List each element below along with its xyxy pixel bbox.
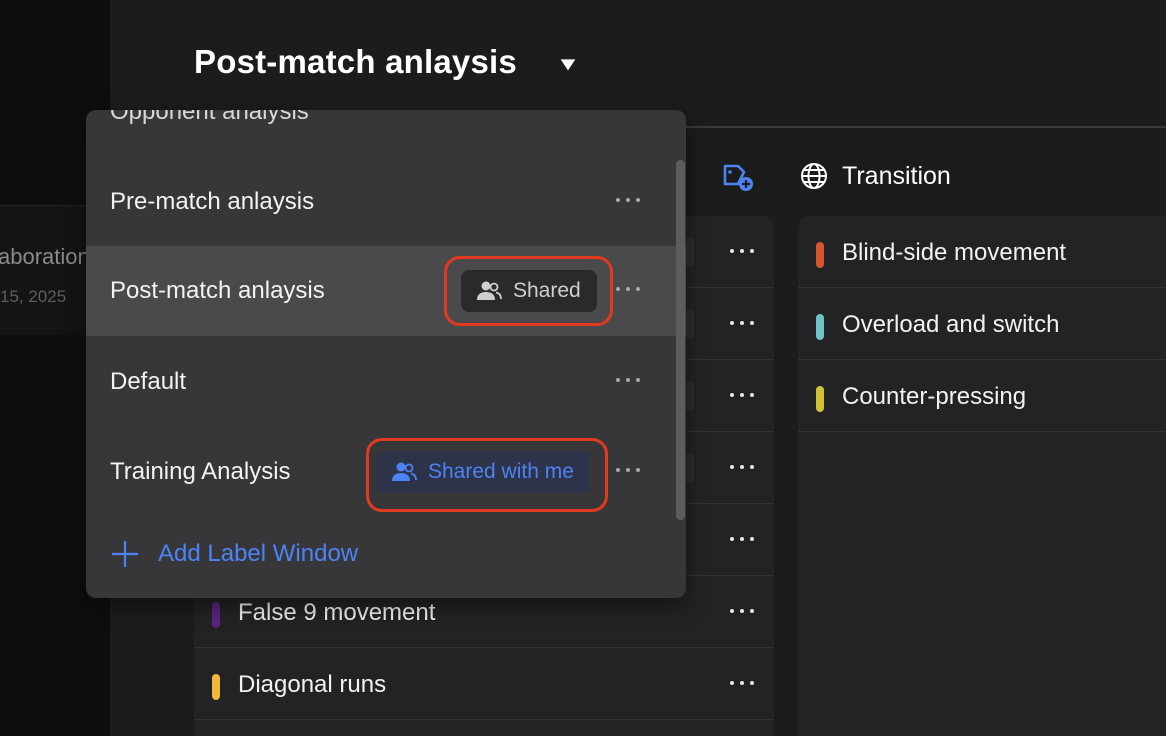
shared-with-me-label: Shared with me [428,460,574,483]
dropdown-item-post-match[interactable]: Post-match anlaysis Shared [86,246,686,336]
dropdown-item-pre-match[interactable]: Pre-match anlaysis [86,157,686,247]
shared-with-me-badge: Shared with me [376,451,590,493]
more-options-icon[interactable] [724,380,760,410]
list-item[interactable]: Blind-side movement [798,216,1166,288]
list-item-label: False 9 movement [238,599,436,626]
add-label-window-button[interactable]: Add Label Window [110,536,358,572]
tag-color-swatch [212,674,220,700]
dropdown-scrollbar[interactable] [676,160,685,520]
tag-color-swatch [816,242,824,268]
list-item-label: Counter-pressing [842,383,1027,410]
more-options-icon[interactable] [610,274,646,304]
label-column-right: Blind-side movement Overload and switch … [798,216,1166,736]
dropdown-item-label: Training Analysis [110,458,291,485]
shared-badge: Shared [461,270,597,312]
dropdown-item-label: Default [110,368,187,395]
list-item[interactable]: Counter-pressing [798,360,1166,432]
more-options-icon[interactable] [724,236,760,266]
globe-icon [800,162,828,190]
list-item-label: Diagonal runs [238,671,387,698]
users-icon [477,281,502,300]
tag-color-swatch [816,314,824,340]
add-label-window-label: Add Label Window [158,540,359,567]
tag-color-swatch [212,602,220,628]
list-item-label: Blind-side movement [842,239,1067,266]
dropdown-item-label: Pre-match anlaysis [110,188,315,215]
column-title: Transition [842,162,951,190]
more-options-icon[interactable] [724,524,760,554]
dropdown-item-training[interactable]: Training Analysis Shared with me [86,427,686,517]
shared-badge-label: Shared [513,279,581,302]
tag-color-swatch [816,386,824,412]
plus-icon [112,541,138,567]
dropdown-item-label: Post-match anlaysis [110,277,325,304]
dropdown-item-default[interactable]: Default [86,337,686,427]
title-caret-icon[interactable] [556,52,580,76]
label-window-dropdown: Opponent analysis Pre-match anlaysis Pos… [86,110,686,598]
more-options-icon[interactable] [610,455,646,485]
more-options-icon[interactable] [610,365,646,395]
page-title[interactable]: Post-match anlaysis [194,43,517,81]
more-options-icon[interactable] [724,596,760,626]
dropdown-item-partial[interactable]: Opponent analysis [110,110,309,126]
list-item[interactable]: Overload and switch [798,288,1166,360]
list-item[interactable]: Diagonal runs [194,648,774,720]
more-options-icon[interactable] [724,452,760,482]
more-options-icon[interactable] [724,308,760,338]
more-options-icon[interactable] [724,668,760,698]
users-icon [392,462,417,481]
add-tag-icon[interactable] [720,158,756,194]
more-options-icon[interactable] [610,185,646,215]
list-item-label: Overload and switch [842,311,1060,338]
